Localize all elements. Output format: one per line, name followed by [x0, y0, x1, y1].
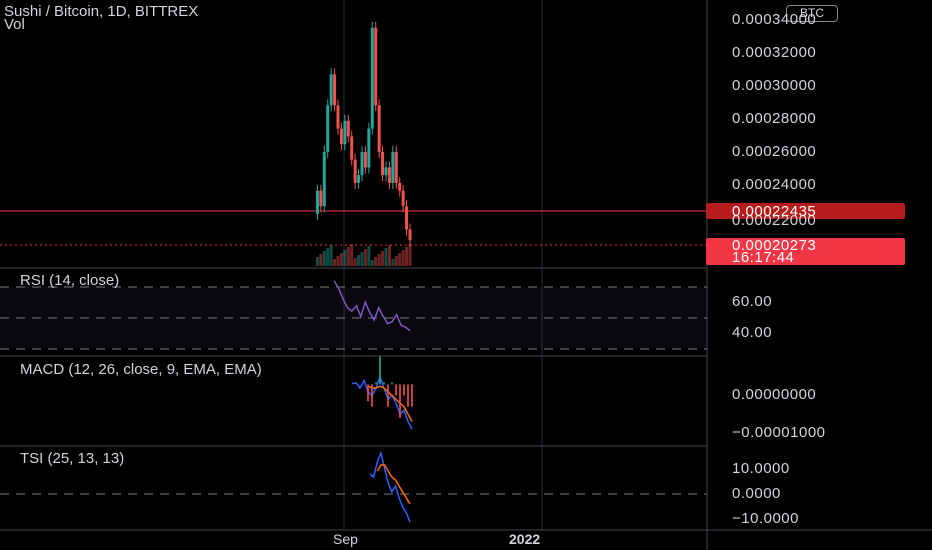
macd-histogram-bar [407, 384, 409, 407]
candle-body [353, 159, 357, 183]
volume-bar [405, 247, 409, 266]
tsi-signal-line [376, 464, 411, 505]
tsi-tick: 10.0000 [732, 460, 790, 477]
candle-body [391, 151, 395, 183]
tsi-line [369, 450, 411, 523]
volume-bar [408, 244, 412, 266]
rsi-label: RSI (14, close) [20, 272, 120, 289]
macd-histogram-bar [383, 382, 385, 385]
macd-histogram-bar [375, 382, 377, 385]
candle-body [315, 190, 319, 214]
candle-body [381, 151, 385, 176]
candle-body [357, 175, 361, 183]
volume-bar [391, 259, 395, 266]
volume-bar [353, 258, 357, 266]
time-tick: 2022 [509, 531, 541, 547]
volume-bar [367, 246, 371, 266]
macd-tick: −0.00001000 [732, 424, 826, 441]
macd-histogram-bar [387, 384, 389, 407]
candle-body [405, 206, 409, 230]
macd-histogram-bar [411, 384, 413, 407]
candle-body [350, 136, 354, 160]
volume-label: Vol [4, 16, 25, 33]
macd-histogram-bar [399, 384, 401, 418]
candle-body [346, 120, 350, 137]
candle-body [333, 74, 337, 106]
candle-body [384, 167, 388, 176]
macd-histogram-bar [379, 356, 381, 385]
price-tick: 0.00034000 [732, 11, 817, 28]
price-tick: 0.00030000 [732, 77, 817, 94]
candle-body [374, 27, 378, 106]
price-tick: 0.00028000 [732, 110, 817, 127]
volume-bar [401, 250, 405, 266]
candle-body [363, 151, 367, 168]
volume-bar [322, 251, 326, 266]
volume-bar [350, 244, 354, 266]
candle-body [319, 190, 323, 207]
volume-bar [360, 252, 364, 266]
macd-histogram-bar [371, 384, 373, 407]
volume-bar [387, 245, 391, 266]
volume-bar [384, 248, 388, 266]
volume-bar [363, 249, 367, 266]
candle-body [326, 105, 330, 152]
volume-bar [357, 255, 361, 266]
tsi-tick: −10.0000 [732, 510, 799, 527]
candle-body [339, 128, 343, 145]
candle-body [329, 74, 333, 106]
price-tick: 0.00024000 [732, 176, 817, 193]
price-candles [315, 21, 412, 247]
candle-body [394, 151, 398, 183]
candle-body [360, 151, 364, 176]
volume-bar [398, 253, 402, 266]
macd-histogram-bar [367, 384, 369, 402]
macd-histogram-bar [391, 382, 393, 385]
last-price-tag: 0.00022435 [732, 203, 817, 220]
volume-bar [319, 254, 323, 266]
tsi-tick: 0.0000 [732, 485, 781, 502]
volume-bar [381, 251, 385, 266]
candle-body [322, 151, 326, 207]
volume-bar [326, 248, 330, 266]
volume-bar [370, 260, 374, 266]
candle-body [408, 229, 412, 241]
candle-body [336, 105, 340, 129]
macd-histogram [367, 356, 413, 418]
macd-histogram-bar [403, 384, 405, 396]
candle-body [387, 167, 391, 183]
volume-bar [339, 253, 343, 266]
candle-body [377, 105, 381, 152]
chart-title: Sushi / Bitcoin, 1D, BITTREX [4, 3, 199, 20]
volume-bar [329, 245, 333, 266]
tsi-label: TSI (25, 13, 13) [20, 450, 125, 467]
volume-bar [333, 259, 337, 266]
rsi-tick: 60.00 [732, 293, 773, 310]
volume-bar [374, 257, 378, 266]
volume-bar [394, 256, 398, 266]
candle-body [398, 182, 402, 191]
time-tick: Sep [333, 531, 358, 547]
volume-bar [343, 250, 347, 266]
volume-bar [377, 254, 381, 266]
candle-body [367, 128, 371, 168]
macd-histogram-bar [395, 384, 397, 396]
candle-body [370, 27, 374, 129]
volume-bar [346, 247, 350, 266]
volume-bar [315, 257, 319, 266]
rsi-tick: 40.00 [732, 324, 773, 341]
volume-bars [315, 244, 412, 266]
countdown-tag: 16:17:44 [732, 249, 795, 266]
candle-body [343, 120, 347, 145]
macd-label: MACD (12, 26, close, 9, EMA, EMA) [20, 361, 262, 378]
price-tick: 0.00032000 [732, 44, 817, 61]
price-tick: 0.00026000 [732, 143, 817, 160]
volume-bar [336, 256, 340, 266]
candle-body [401, 190, 405, 207]
macd-tick: 0.00000000 [732, 386, 817, 403]
